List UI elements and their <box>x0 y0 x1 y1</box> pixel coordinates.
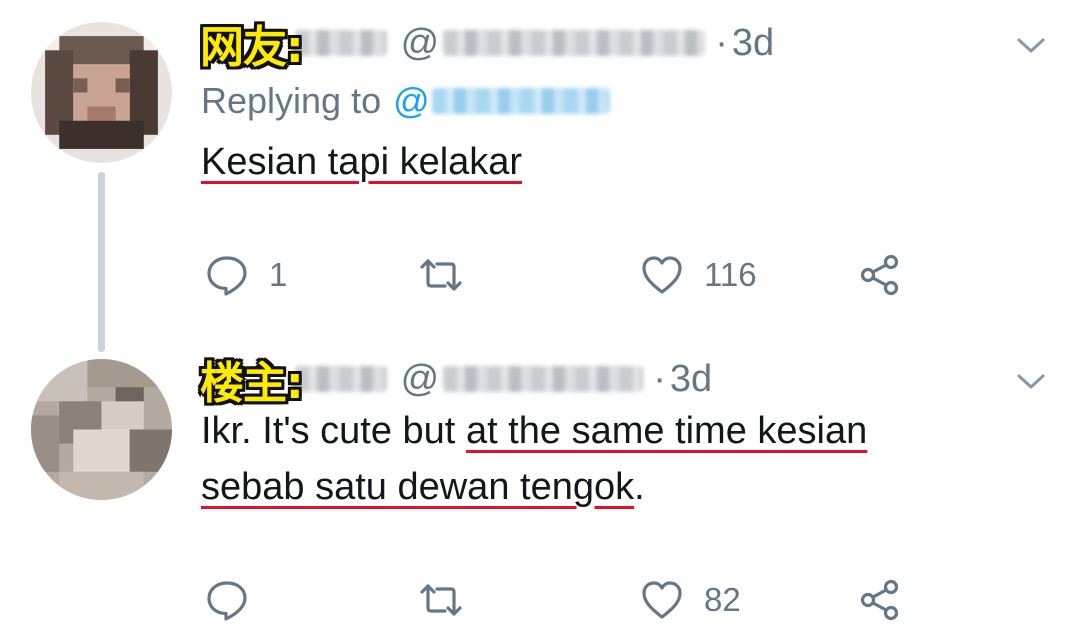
handle-at-sign: @ <box>400 21 440 64</box>
pixelated-avatar-image <box>31 359 172 500</box>
mention-at-sign[interactable]: @ <box>393 80 430 122</box>
chevron-down-icon[interactable] <box>1016 372 1046 392</box>
pixelated-avatar-image <box>31 22 172 163</box>
tweet-text: Ikr. It's cute but at the same time kesi… <box>201 403 867 515</box>
underlined-text: at the same time kesian <box>465 410 868 452</box>
like-count: 82 <box>704 581 741 618</box>
tweet-header: 楼主: @ · 3d <box>200 350 712 410</box>
action-bar: 1 116 <box>0 250 1080 300</box>
reply-button[interactable] <box>205 578 269 622</box>
label-original-poster: 楼主: <box>200 358 304 409</box>
timestamp[interactable]: 3d <box>732 22 774 65</box>
share-icon <box>860 579 899 621</box>
tweet-original-poster[interactable]: 楼主: @ · 3d Ikr. It's cute but at the sam… <box>0 340 1080 635</box>
blurred-display-name[interactable] <box>294 30 387 56</box>
comment-bubble-icon <box>207 256 247 296</box>
timestamp[interactable]: 3d <box>670 358 712 401</box>
blurred-display-name[interactable] <box>294 366 387 392</box>
tweet-header: 网友: @ · 3d <box>200 14 774 74</box>
heart-icon <box>642 581 682 619</box>
blurred-handle[interactable] <box>443 30 706 56</box>
time-separator: · <box>715 21 728 64</box>
heart-icon <box>642 256 682 294</box>
tweet-reply[interactable]: 网友: @ · 3d Replying to @ Kesian tapi kel… <box>0 0 1080 352</box>
tweet-text: Kesian tapi kelakar <box>201 134 522 190</box>
text-plain: . <box>634 466 645 508</box>
avatar[interactable] <box>31 22 172 163</box>
share-icon <box>860 254 899 296</box>
retweet-button[interactable] <box>419 578 483 622</box>
underlined-text: Kesian tapi kelakar <box>201 141 523 183</box>
avatar[interactable] <box>31 359 172 500</box>
reply-count: 1 <box>269 256 288 293</box>
like-count: 116 <box>704 256 757 293</box>
share-button[interactable] <box>858 253 902 297</box>
share-button[interactable] <box>858 578 902 622</box>
handle-at-sign: @ <box>400 357 440 400</box>
underlined-text: sebab satu dewan tengok <box>201 466 635 508</box>
replying-to: Replying to @ <box>201 80 610 122</box>
blurred-handle[interactable] <box>443 366 644 392</box>
replying-to-label: Replying to <box>201 80 382 121</box>
text-plain: Ikr. It's cute but <box>201 410 466 452</box>
retweet-button[interactable] <box>419 253 483 297</box>
like-button[interactable]: 82 <box>640 578 741 622</box>
time-separator: · <box>653 357 666 400</box>
action-bar: 82 <box>0 575 1080 625</box>
label-netizen: 网友: <box>200 22 304 73</box>
retweet-icon <box>420 584 462 616</box>
reply-button[interactable]: 1 <box>205 253 287 297</box>
retweet-icon <box>420 259 462 291</box>
comment-bubble-icon <box>207 581 247 621</box>
like-button[interactable]: 116 <box>640 253 757 297</box>
blurred-mention[interactable] <box>431 88 610 114</box>
chevron-down-icon[interactable] <box>1016 36 1046 56</box>
